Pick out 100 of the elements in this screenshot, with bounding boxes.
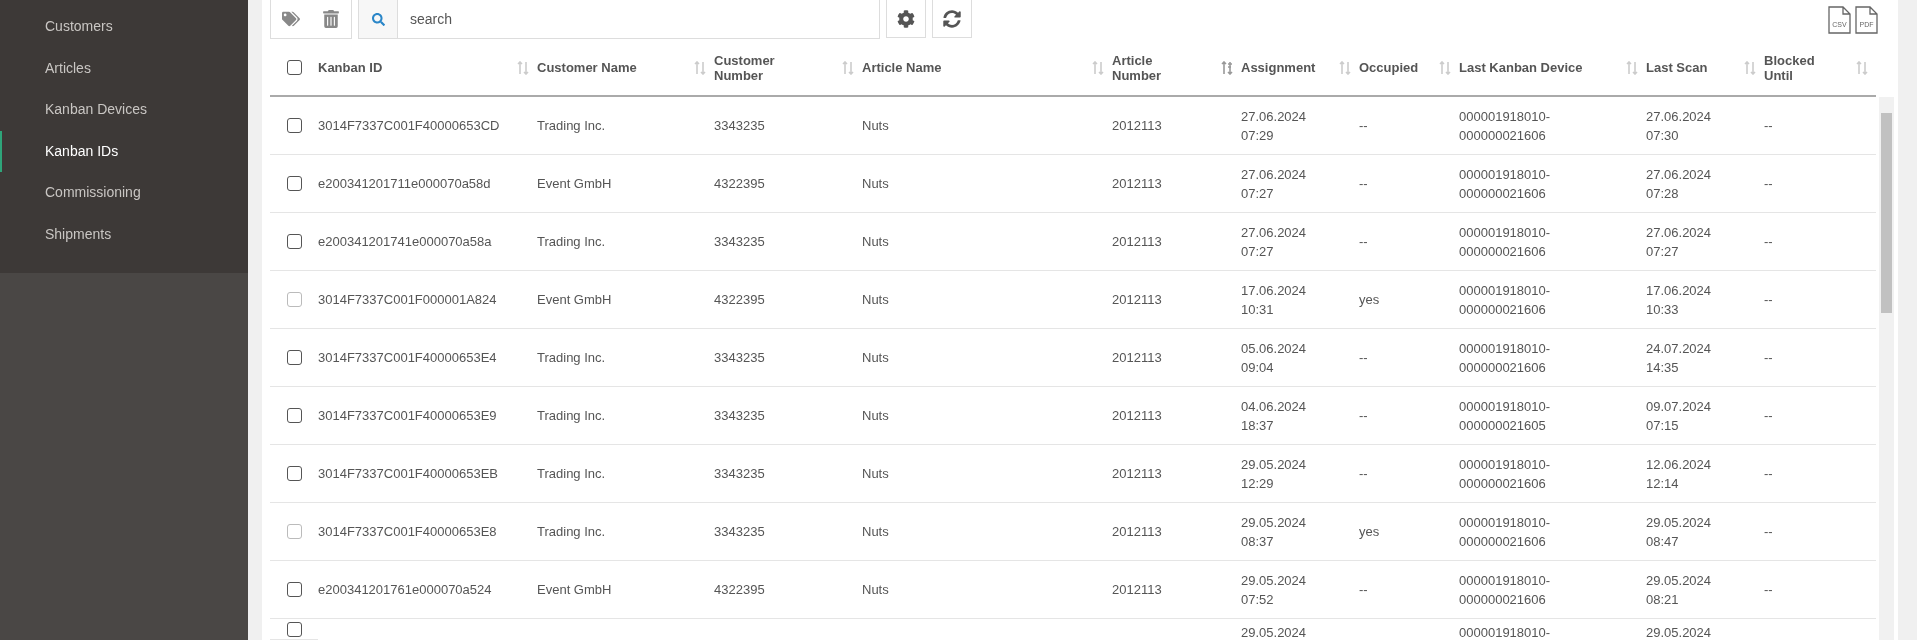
settings-icon[interactable]	[897, 9, 915, 28]
table-cell-text: --	[1764, 523, 1773, 541]
table-cell-text: 3014F7337C001F40000653CD	[318, 117, 500, 135]
table-cell-text: Trading Inc.	[537, 117, 606, 135]
table-cell-text: 000001918010-000000021606	[1459, 455, 1551, 493]
sidebar-item[interactable]: Shipments	[0, 213, 248, 255]
table-cell-text: yes	[1359, 291, 1380, 309]
row-checkbox[interactable]	[286, 118, 302, 133]
table-cell-text: 2012113	[1112, 465, 1162, 483]
table-cell-text: 04.06.2024 18:37	[1241, 397, 1307, 435]
table-cell-text: e200341201761e000070a524	[318, 581, 492, 599]
sidebar-item[interactable]: Articles	[0, 47, 248, 89]
sidebar-item[interactable]: Customers	[0, 6, 248, 48]
table-cell-text: --	[1359, 407, 1368, 425]
scrollbar[interactable]	[1879, 97, 1894, 640]
table-cell-text: 000001918010-000000021606	[1459, 165, 1551, 203]
column-header[interactable]: Last Scan	[1646, 40, 1764, 97]
table-cell-text: 29.05.2024 08:47	[1646, 513, 1712, 551]
table-cell-text: --	[1764, 291, 1773, 309]
table-cell-text: 3014F7337C001F000001A824	[318, 291, 497, 309]
table-cell-text: 3014F7337C001F40000653EB	[318, 465, 498, 483]
table-cell-text: 2012113	[1112, 349, 1162, 367]
row-checkbox[interactable]	[286, 621, 302, 637]
table-cell-text: 3014F7337C001F40000653E8	[318, 523, 497, 541]
table-cell-text: 2012113	[1112, 291, 1162, 309]
table-cell-text: 4322395	[714, 581, 765, 599]
table-cell-text: e200341201711e000070a58d	[318, 175, 491, 193]
table-cell-text: --	[1764, 581, 1773, 599]
table-cell-text: --	[1764, 117, 1773, 135]
table-cell-text: Trading Inc.	[537, 465, 606, 483]
table-cell-text: 3343235	[714, 523, 765, 541]
column-header[interactable]: Assignment	[1241, 40, 1359, 97]
table-cell-text: Event GmbH	[537, 291, 612, 309]
table-cell-text: 27.06.2024 07:27	[1241, 165, 1307, 203]
table-cell-text: Trading Inc.	[537, 407, 606, 425]
table-cell-text: Nuts	[862, 523, 889, 541]
column-header[interactable]: Customer Name	[537, 40, 714, 97]
table-cell-text: 2012113	[1112, 407, 1162, 425]
table-cell-text: 000001918010-000000021606	[1459, 281, 1551, 319]
table-cell-text: 2012113	[1112, 175, 1162, 193]
table-cell-text: Nuts	[862, 175, 889, 193]
table-cell-text: 3343235	[714, 465, 765, 483]
table-cell-text: --	[1359, 175, 1368, 193]
select-all-checkbox[interactable]	[286, 60, 302, 75]
table-cell-text: 4322395	[714, 175, 765, 193]
table-cell-text: --	[1764, 175, 1773, 193]
table-cell-text: 000001918010-000000021606	[1459, 513, 1551, 551]
row-checkbox[interactable]	[286, 582, 302, 597]
sort-icon[interactable]	[1221, 60, 1233, 75]
table-cell-text: Trading Inc.	[537, 349, 606, 367]
tag-icon[interactable]	[282, 10, 300, 28]
row-checkbox[interactable]	[286, 466, 302, 481]
table-cell-text: 000001918010-000000021605	[1459, 397, 1551, 435]
table-cell-text: 27.06.2024 07:27	[1241, 223, 1307, 261]
table-cell-text: 000001918010-	[1459, 624, 1551, 640]
table-cell-text: Nuts	[862, 407, 889, 425]
column-header[interactable]: Last Kanban Device	[1459, 40, 1646, 97]
table-cell-text: 12.06.2024 12:14	[1646, 455, 1712, 493]
sidebar-item[interactable]: Commissioning	[0, 172, 248, 214]
table-cell-text: --	[1359, 349, 1368, 367]
table-cell-text: 3343235	[714, 233, 765, 251]
table-cell-text: 3014F7337C001F40000653E9	[318, 407, 497, 425]
table-cell-text: --	[1764, 349, 1773, 367]
column-header[interactable]: Blocked Until	[1764, 40, 1876, 97]
column-header[interactable]: Article Number	[1112, 40, 1241, 97]
sidebar-item[interactable]: Kanban IDs	[0, 130, 248, 172]
row-checkbox[interactable]	[286, 234, 302, 249]
sidebar-item[interactable]: Kanban Devices	[0, 89, 248, 131]
table-cell-text: --	[1764, 233, 1773, 251]
table-cell-text: yes	[1359, 523, 1380, 541]
table-cell-text: Nuts	[862, 117, 889, 135]
table-cell-text: 29.05.2024 07:52	[1241, 571, 1307, 609]
table-cell-text: 4322395	[714, 291, 765, 309]
table-cell-text: --	[1359, 117, 1368, 135]
table-cell-text: 09.07.2024 07:15	[1646, 397, 1712, 435]
table-cell-text: 2012113	[1112, 117, 1162, 135]
column-header[interactable]: Customer Number	[714, 40, 862, 97]
column-header[interactable]: Kanban ID	[318, 40, 537, 97]
row-checkbox[interactable]	[286, 408, 302, 423]
table-cell-text: Trading Inc.	[537, 233, 606, 251]
row-checkbox[interactable]	[286, 176, 302, 191]
table-cell-text: 24.07.2024 14:35	[1646, 339, 1712, 377]
table-cell-text: 27.06.2024 07:29	[1241, 107, 1307, 145]
table-cell-text: Trading Inc.	[537, 523, 606, 541]
table-cell-text: Event GmbH	[537, 581, 612, 599]
table-cell-text: 29.05.2024 08:21	[1646, 571, 1712, 609]
column-header[interactable]: Article Name	[862, 40, 1112, 97]
trash-icon[interactable]	[322, 10, 340, 28]
row-checkbox[interactable]	[286, 350, 302, 365]
table-cell-text: 27.06.2024 07:28	[1646, 165, 1712, 203]
table-cell-text: 05.06.2024 09:04	[1241, 339, 1307, 377]
table-cell-text: Nuts	[862, 465, 889, 483]
table-cell-text: --	[1359, 233, 1368, 251]
table-cell-text: Nuts	[862, 233, 889, 251]
table-cell-text: 2012113	[1112, 233, 1162, 251]
table-cell-text: 27.06.2024 07:30	[1646, 107, 1712, 145]
table-cell-text: 2012113	[1112, 523, 1162, 541]
table-cell-text: 17.06.2024 10:31	[1241, 281, 1307, 319]
column-header[interactable]: Occupied	[1359, 40, 1459, 97]
refresh-icon[interactable]	[943, 9, 961, 28]
